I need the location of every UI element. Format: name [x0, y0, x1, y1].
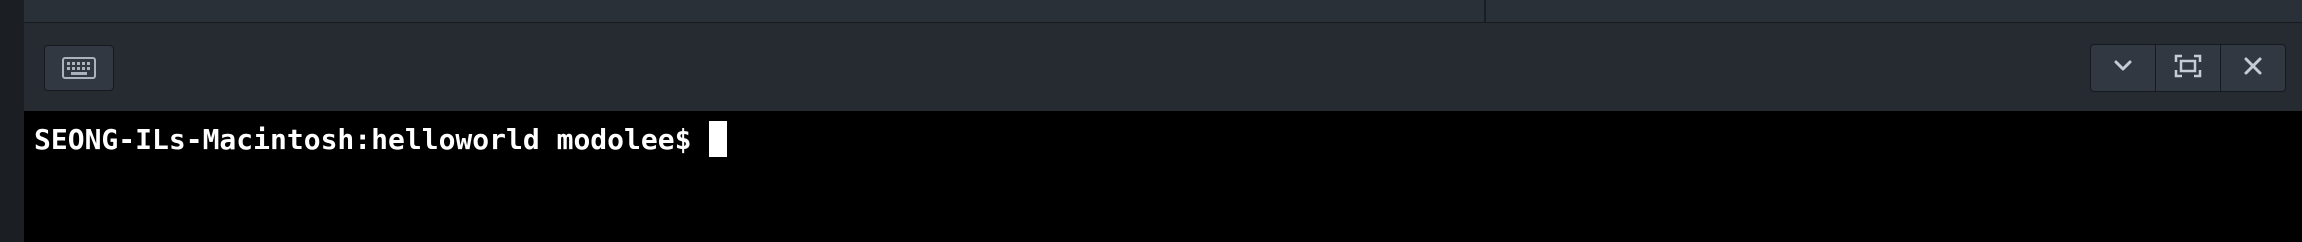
left-gutter [0, 0, 24, 242]
terminal-toolbar [24, 23, 2302, 111]
prompt-text: SEONG-ILs-Macintosh:helloworld modolee$ [34, 122, 692, 156]
close-button[interactable] [2221, 45, 2285, 91]
collapse-button[interactable] [2091, 45, 2156, 91]
keyboard-button[interactable] [44, 45, 114, 91]
close-icon [2243, 56, 2263, 81]
keyboard-icon [62, 57, 96, 79]
terminal-output[interactable]: SEONG-ILs-Macintosh:helloworld modolee$ [24, 111, 2302, 242]
maximize-button[interactable] [2156, 45, 2221, 91]
terminal-panel: SEONG-ILs-Macintosh:helloworld modolee$ [0, 0, 2302, 242]
pane-divider[interactable] [1484, 0, 1486, 22]
prompt-line: SEONG-ILs-Macintosh:helloworld modolee$ [34, 119, 728, 159]
maximize-icon [2174, 54, 2202, 83]
terminal-cursor [709, 121, 728, 157]
editor-top-strip [24, 0, 2302, 23]
chevron-down-icon [2113, 59, 2133, 78]
panel-controls [2090, 44, 2286, 92]
